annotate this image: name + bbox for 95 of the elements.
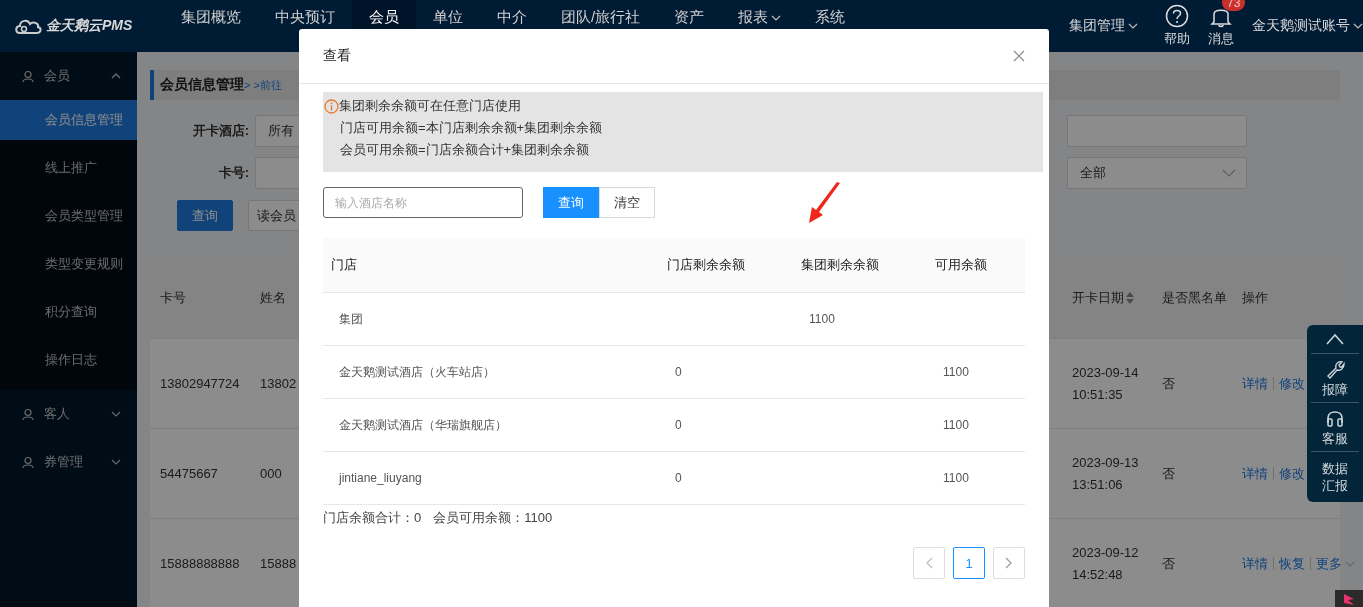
account-menu[interactable]: 金天鹅测试账号 (1252, 17, 1363, 35)
close-button[interactable] (1011, 48, 1027, 64)
notice-text: 会员可用余额=门店余额合计+集团剩余余额 (339, 141, 591, 159)
table-cell: 否 (1162, 374, 1175, 393)
row-action-link[interactable]: 详情 (1242, 467, 1273, 480)
action-button[interactable]: 查询 (543, 187, 599, 218)
breadcrumb-link[interactable]: > >前往 (244, 77, 282, 93)
chevron-up-icon (111, 71, 121, 81)
column-header: 集团剩余余额 (801, 257, 879, 272)
table-cell: 13802 (260, 376, 297, 391)
table-cell-text: 2023-09-12 14:52:48 (1072, 543, 1140, 584)
float-panel-button[interactable]: 客服 (1311, 403, 1359, 452)
column-header: 开卡日期 (1072, 289, 1124, 307)
column-header: 门店 (331, 257, 357, 272)
user-icon (22, 455, 34, 469)
caret-icon (771, 13, 782, 23)
row-action-link[interactable]: 详情 (1242, 557, 1273, 570)
wrench-icon (1325, 358, 1345, 379)
user-icon (22, 69, 34, 83)
column-header: 姓名 (260, 289, 286, 307)
more-menu-link[interactable]: 更多 (1310, 557, 1360, 570)
chevron-right-icon (1005, 557, 1013, 569)
table-cell: 13802947724 (160, 376, 240, 391)
table-cell: 0 (675, 418, 682, 432)
table-cell: 金天鹅测试酒店（华瑞旗舰店） (339, 417, 507, 432)
caret-icon (1353, 21, 1363, 31)
group-menu[interactable]: 集团管理 (1069, 17, 1138, 35)
sidebar-item[interactable]: 会员信息管理 (0, 100, 137, 140)
summary-text: 门店余额合计：0 (323, 509, 422, 527)
next-page-button[interactable] (993, 547, 1025, 579)
summary-text: 会员可用余额：1100 (433, 509, 553, 527)
sidebar-item[interactable]: 会员类型管理 (0, 196, 137, 236)
column-header: 可用余额 (935, 257, 987, 272)
table-cell: 54475667 (160, 466, 218, 481)
table-cell: 0 (675, 365, 682, 379)
float-panel-button[interactable]: 报障 (1311, 354, 1359, 403)
sort-icon (1126, 291, 1134, 305)
table-cell: 1100 (943, 418, 969, 432)
user-icon (22, 407, 34, 421)
chevron-up-icon (1326, 333, 1344, 345)
field-label: 卡号: (217, 164, 250, 182)
close-icon (1013, 50, 1025, 62)
sidebar-section[interactable]: 券管理 (0, 438, 137, 486)
table-cell: jintiane_liuyang (339, 471, 422, 485)
table-cell: 否 (1162, 554, 1175, 573)
chevron-down-icon (111, 409, 121, 419)
action-button[interactable]: 清空 (599, 187, 655, 218)
sidebar-item[interactable]: 线上推广 (0, 148, 137, 188)
logo-text: 金天鹅云PMS (46, 17, 133, 35)
table-cell-text: 2023-09-14 10:51:35 (1072, 363, 1140, 404)
caret-icon (1128, 21, 1138, 31)
column-header: 门店剩余余额 (667, 257, 745, 272)
page-button[interactable]: 1 (953, 547, 985, 579)
nav-tab[interactable]: 报表 (721, 0, 799, 52)
table-cell: 000 (260, 466, 282, 481)
help-button[interactable]: 帮助 (1156, 4, 1198, 48)
table-cell: 1100 (943, 365, 969, 379)
sidebar-item[interactable]: 操作日志 (0, 340, 137, 380)
dialog-title: 查看 (323, 47, 351, 65)
widget-icon (1335, 590, 1363, 607)
notice-text: 集团剩余余额可在任意门店使用 (339, 97, 522, 115)
column-header: 卡号 (160, 289, 186, 307)
sidebar-item[interactable]: 类型变更规则 (0, 244, 137, 284)
previous-page-button[interactable] (913, 547, 945, 579)
page-title: 会员信息管理 (160, 76, 244, 94)
sidebar-item[interactable]: 积分查询 (0, 292, 137, 332)
help-icon (1165, 4, 1189, 28)
column-header: 操作 (1242, 289, 1268, 307)
cloud-icon (14, 17, 42, 35)
annotation-arrow (807, 182, 841, 224)
sidebar-section[interactable]: 会员 (0, 52, 137, 100)
nav-tab[interactable]: 集团概览 (164, 0, 258, 52)
table-cell: 1100 (943, 471, 969, 485)
column-header: 是否黑名单 (1162, 289, 1227, 307)
table-cell-text: 2023-09-13 13:51:06 (1072, 453, 1140, 494)
table-cell: 集团 (339, 311, 363, 326)
notice-text: 门店可用余额=本门店剩余余额+集团剩余余额 (339, 119, 603, 137)
float-panel-button[interactable]: 数据汇报 (1311, 452, 1359, 502)
row-action-link[interactable]: 详情 (1242, 377, 1273, 390)
table-cell: 1100 (809, 312, 835, 326)
chevron-left-icon (925, 557, 933, 569)
search-field[interactable]: 输入酒店名称 (323, 187, 523, 218)
field-label: 开卡酒店: (191, 122, 250, 140)
action-button[interactable]: 查询 (177, 200, 233, 231)
table-cell: 15888888888 (160, 556, 240, 571)
table-cell: 金天鹅测试酒店（火车站店） (339, 364, 495, 379)
table-cell: 0 (675, 471, 682, 485)
select-field[interactable]: 全部 (1067, 157, 1247, 189)
row-action-link[interactable]: 恢复 (1273, 557, 1310, 570)
sidebar-section[interactable]: 客人 (0, 390, 137, 438)
table-cell: 否 (1162, 464, 1175, 483)
table-cell: 15888 (260, 556, 297, 571)
chevron-down-icon (111, 457, 121, 467)
chevron-down-icon (1222, 168, 1236, 178)
info-icon (324, 99, 339, 114)
